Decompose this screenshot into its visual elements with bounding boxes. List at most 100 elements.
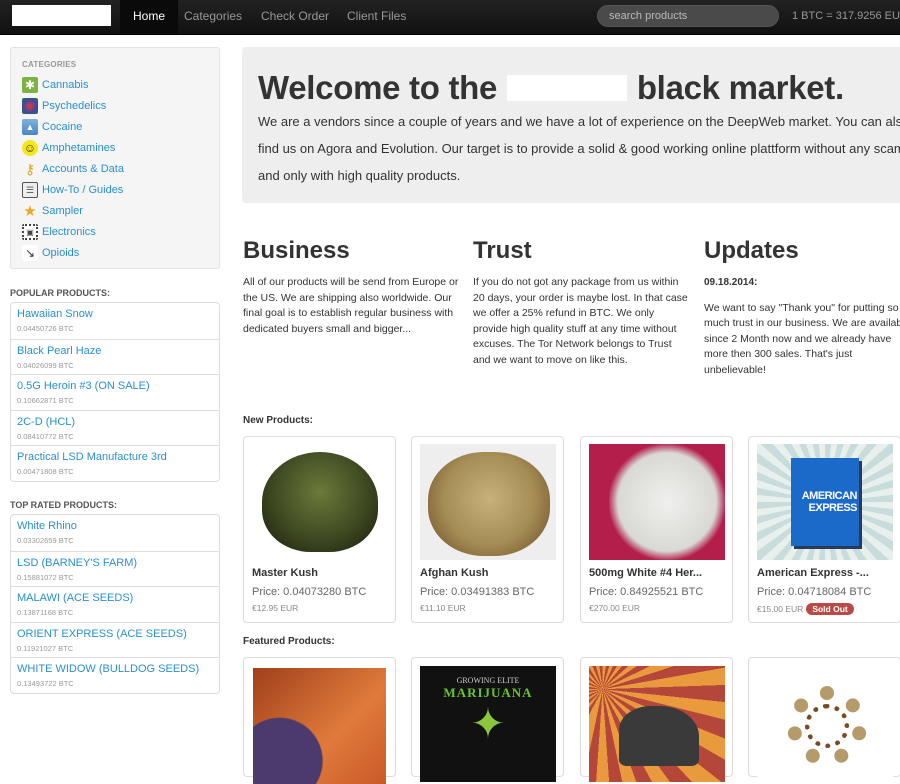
welcome-hero: Welcome to the black market. We are a ve…: [242, 47, 900, 203]
brand-logo-redacted[interactable]: [12, 5, 111, 26]
list-item: Hawaiian Snow 0.04450726 BTC: [11, 303, 219, 339]
product-card[interactable]: AMERICAN EXPRESS American Express -... P…: [748, 436, 900, 623]
product-price: 0.15881072 BTC: [17, 572, 74, 582]
syringe-icon: ↘: [22, 245, 38, 261]
product-card[interactable]: GROWING ELITE MARIJUANA ✦: [411, 657, 564, 782]
product-link[interactable]: Practical LSD Manufacture 3rd: [17, 451, 219, 464]
product-card[interactable]: 500mg White #4 Her... Price: 0.84925521 …: [580, 436, 733, 623]
category-label: Electronics: [42, 226, 96, 238]
cannabis-leaf-graphic: ✦: [470, 700, 506, 747]
product-price: 0.10662871 BTC: [17, 396, 74, 406]
category-sampler[interactable]: ★ Sampler: [22, 202, 83, 220]
amex-logo-text: AMERICAN: [801, 490, 858, 502]
nav-home[interactable]: Home: [120, 0, 179, 34]
top-rated-title: TOP RATED PRODUCTS:: [10, 500, 118, 510]
list-item: WHITE WIDOW (BULLDOG SEEDS) 0.13493722 BT…: [11, 657, 219, 693]
product-card[interactable]: [748, 657, 900, 782]
product-image-mushrooms[interactable]: [757, 666, 893, 782]
product-price-btc: Price: 0.03491383 BTC: [420, 586, 535, 598]
product-price-eur: €15.00 EUR Sold Out: [757, 603, 854, 615]
popular-products-list: Hawaiian Snow 0.04450726 BTC Black Pearl …: [10, 302, 220, 482]
list-item: 0.5G Heroin #3 (ON SALE) 0.10662871 BTC: [11, 374, 219, 410]
product-link[interactable]: White Rhino: [17, 520, 219, 533]
cannabis-leaf-icon: ✱: [22, 77, 38, 93]
sold-out-badge: Sold Out: [806, 603, 854, 615]
new-products-title: New Products:: [243, 415, 314, 426]
powder-pile-icon: ▲: [22, 119, 38, 135]
business-column: Business All of our products will be sen…: [243, 237, 461, 337]
hero-title-start: Welcome to the: [258, 69, 498, 106]
business-body: All of our products will be send from Eu…: [243, 276, 459, 335]
category-label: Sampler: [42, 205, 83, 217]
nav-check-order[interactable]: Check Order: [248, 0, 342, 34]
product-image-american-express[interactable]: AMERICAN EXPRESS: [757, 444, 893, 560]
product-image-elephant-blotter[interactable]: [589, 666, 725, 782]
product-card[interactable]: [580, 657, 733, 782]
category-accounts-data[interactable]: ⚷ Accounts & Data: [22, 160, 124, 178]
document-icon: ☰: [22, 182, 38, 198]
product-card[interactable]: Afghan Kush Price: 0.03491383 BTC €11.10…: [411, 436, 564, 623]
eur-value: €15.00 EUR: [757, 604, 804, 614]
book-title-line1: GROWING ELITE: [456, 676, 520, 685]
product-image-blotter-art[interactable]: [253, 668, 386, 784]
product-image-white-heroin[interactable]: [589, 444, 725, 560]
product-price-eur: €270.00 EUR: [589, 603, 641, 613]
product-price: 0.11921027 BTC: [17, 643, 74, 653]
product-link[interactable]: WHITE WIDOW (BULLDOG SEEDS): [17, 663, 219, 676]
product-image-marijuana-book[interactable]: GROWING ELITE MARIJUANA ✦: [420, 666, 556, 782]
nav-client-files[interactable]: Client Files: [334, 0, 419, 34]
category-label: Accounts & Data: [42, 163, 124, 175]
product-card[interactable]: [243, 657, 396, 784]
category-label: Cannabis: [42, 79, 89, 91]
product-link[interactable]: Hawaiian Snow: [17, 308, 219, 321]
product-price-eur: €12.95 EUR: [252, 603, 299, 613]
updates-column: Updates 09.18.2014: We want to say "Than…: [704, 237, 900, 378]
nav-categories[interactable]: Categories: [171, 0, 255, 34]
product-price: 0.00471808 BTC: [17, 467, 74, 477]
category-label: Psychedelics: [42, 100, 107, 112]
product-price-eur: €11.10 EUR: [420, 603, 466, 613]
product-name[interactable]: 500mg White #4 Her...: [589, 567, 702, 579]
hero-title-end: black market.: [636, 69, 844, 106]
key-icon: ⚷: [24, 160, 36, 177]
product-price: 0.03302659 BTC: [17, 536, 74, 545]
product-name[interactable]: Afghan Kush: [420, 567, 488, 579]
exchange-rate: 1 BTC = 317.9256 EUR: [792, 10, 900, 22]
product-name[interactable]: Master Kush: [252, 567, 318, 579]
category-psychedelics[interactable]: Psychedelics: [22, 97, 106, 115]
list-item: Black Pearl Haze 0.04026099 BTC: [11, 338, 219, 375]
search-input[interactable]: [597, 5, 779, 27]
product-image-master-kush[interactable]: [252, 444, 388, 560]
list-item: Practical LSD Manufacture 3rd 0.00471808 …: [11, 445, 219, 481]
top-navbar: Home Categories Check Order Client Files…: [0, 0, 900, 35]
trust-column: Trust If you do not got any package from…: [473, 237, 691, 368]
category-cocaine[interactable]: ▲ Cocaine: [22, 118, 82, 136]
product-card[interactable]: Master Kush Price: 0.04073280 BTC €12.95…: [243, 436, 396, 623]
product-price: 0.13493722 BTC: [17, 679, 74, 689]
product-link[interactable]: 0.5G Heroin #3 (ON SALE): [17, 380, 219, 393]
category-amphetamines[interactable]: ☺ Amphetamines: [22, 139, 115, 157]
product-link[interactable]: 2C-D (HCL): [17, 416, 219, 429]
list-item: MALAWI (ACE SEEDS) 0.13871168 BTC: [11, 586, 219, 622]
top-rated-list: White Rhino 0.03302659 BTC LSD (BARNEY'S …: [10, 514, 220, 694]
product-link[interactable]: MALAWI (ACE SEEDS): [17, 592, 219, 605]
product-link[interactable]: LSD (BARNEY'S FARM): [17, 557, 219, 570]
updates-body: We want to say "Thank you" for putting s…: [704, 301, 900, 376]
product-link[interactable]: ORIENT EXPRESS (ACE SEEDS): [17, 628, 219, 641]
category-opioids[interactable]: ↘ Opioids: [22, 244, 79, 262]
product-price: 0.04450726 BTC: [17, 324, 74, 333]
product-price-btc: Price: 0.04718084 BTC: [757, 586, 872, 598]
trust-title: Trust: [473, 237, 532, 264]
product-image-afghan-kush[interactable]: [420, 444, 556, 560]
category-electronics[interactable]: ▣ Electronics: [22, 223, 96, 241]
product-name[interactable]: American Express -...: [757, 567, 869, 579]
product-link[interactable]: Black Pearl Haze: [17, 345, 219, 358]
business-title: Business: [243, 237, 350, 264]
product-price: 0.08410772 BTC: [17, 431, 74, 441]
smiley-icon: ☺: [22, 140, 38, 156]
product-price: 0.04026099 BTC: [17, 360, 74, 370]
category-cannabis[interactable]: ✱ Cannabis: [22, 76, 88, 94]
category-label: Opioids: [42, 247, 80, 259]
category-how-to-guides[interactable]: ☰ How-To / Guides: [22, 181, 123, 199]
category-label: Amphetamines: [42, 142, 116, 154]
